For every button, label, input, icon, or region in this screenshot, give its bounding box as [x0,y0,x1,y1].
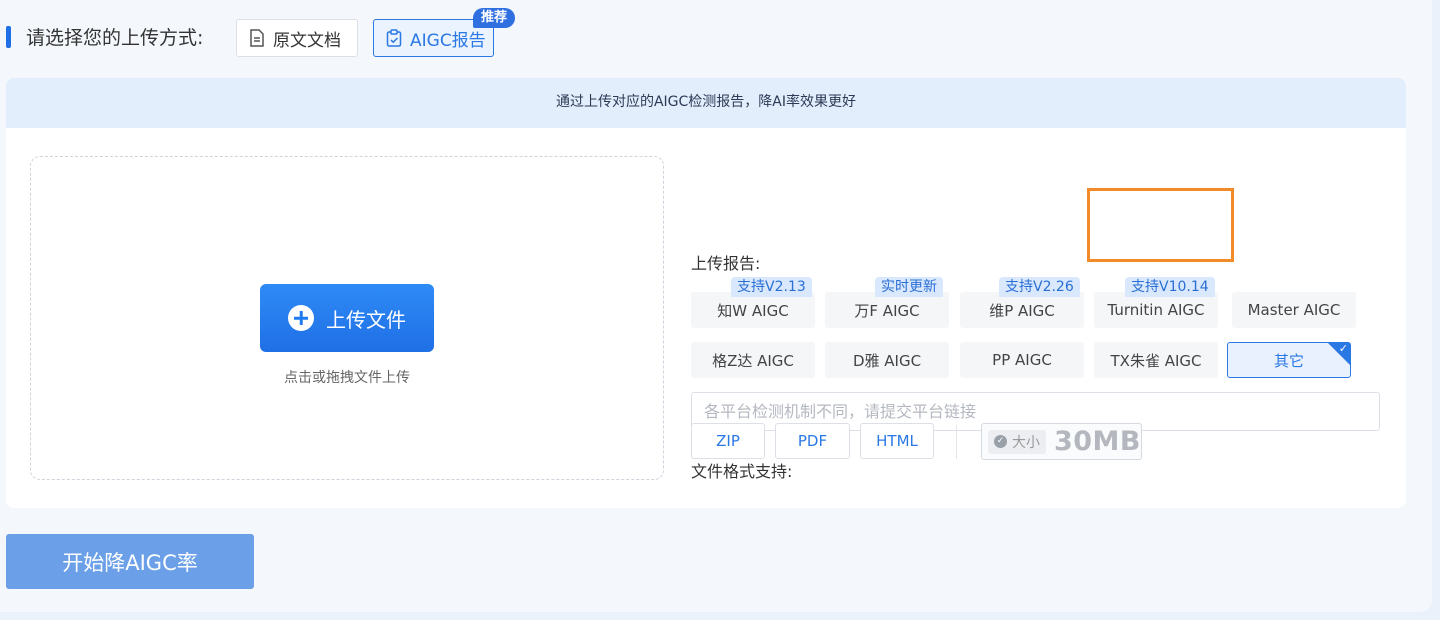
mode-option-label: AIGC报告 [410,30,486,51]
platform-label: 知W AIGC [717,301,789,320]
upload-mode-row: 请选择您的上传方式: 原文文档 AIGC报告 推荐 [6,8,606,58]
size-limit: ✓ 大小 30MB [981,423,1142,460]
platform-option-txzhuque[interactable]: TX朱雀 AIGC [1094,342,1218,378]
upload-button-label: 上传文件 [326,307,406,332]
mode-option-original-doc[interactable]: 原文文档 [236,19,358,57]
platform-option-master[interactable]: Master AIGC [1232,292,1356,328]
platform-option-weip[interactable]: 维P AIGC [960,292,1084,328]
check-circle-icon: ✓ [994,435,1007,448]
platform-option-pp[interactable]: PP AIGC [960,342,1084,378]
start-reduce-aigc-button[interactable]: 开始降AIGC率 [6,534,254,589]
report-icon [386,29,402,47]
plus-circle-icon [288,305,314,331]
platform-label: TX朱雀 AIGC [1110,351,1202,370]
upload-hint: 点击或拖拽文件上传 [284,370,410,386]
platform-label: 其它 [1273,351,1304,370]
format-divider [956,425,957,459]
platform-badge: 支持V2.13 [731,277,812,297]
format-label: 文件格式支持: [691,462,793,481]
format-zip: ZIP [691,423,765,459]
upload-mode-title: 请选择您的上传方式: [26,27,204,49]
file-dropzone[interactable]: 上传文件 点击或拖拽文件上传 [30,156,664,480]
platform-option-other[interactable]: 其它 ✓ [1227,342,1351,378]
size-label: 大小 [1011,434,1040,451]
report-label: 上传报告: [691,254,761,273]
format-pdf: PDF [775,423,850,459]
check-icon: ✓ [1338,342,1348,355]
platform-badge: 支持V10.14 [1125,277,1215,297]
platform-option-zhiw[interactable]: 知W AIGC [691,292,815,328]
platform-option-dya[interactable]: D雅 AIGC [825,342,949,378]
size-tag: ✓ 大小 [988,429,1046,454]
platform-label: 万F AIGC [854,301,920,320]
mode-option-label: 原文文档 [273,30,341,51]
title-accent-bar [6,26,11,48]
upload-file-button[interactable]: 上传文件 [260,284,434,352]
recommend-badge: 推荐 [473,8,516,28]
platform-badge: 实时更新 [875,277,943,297]
size-value: 30MB [1053,426,1141,457]
platform-badge: 支持V2.26 [999,277,1080,297]
platform-label: Turnitin AIGC [1107,301,1205,319]
platform-option-turnitin[interactable]: Turnitin AIGC [1094,292,1218,328]
card-hint-banner: 通过上传对应的AIGC检测报告，降AI率效果更好 [6,78,1406,128]
upload-panel: 请选择您的上传方式: 原文文档 AIGC报告 推荐 通过上传对应的AIGC检测报… [0,0,1432,612]
platform-label: 格Z达 AIGC [712,351,794,370]
platform-label: PP AIGC [992,351,1052,369]
turnitin-highlight-box [1087,188,1234,262]
platform-label: Master AIGC [1247,301,1341,319]
format-html: HTML [860,423,934,459]
platform-option-gezda[interactable]: 格Z达 AIGC [691,342,815,378]
platform-option-wanf[interactable]: 万F AIGC [825,292,949,328]
platform-label: D雅 AIGC [852,351,922,370]
platform-label: 维P AIGC [989,301,1055,320]
document-icon [250,29,264,47]
